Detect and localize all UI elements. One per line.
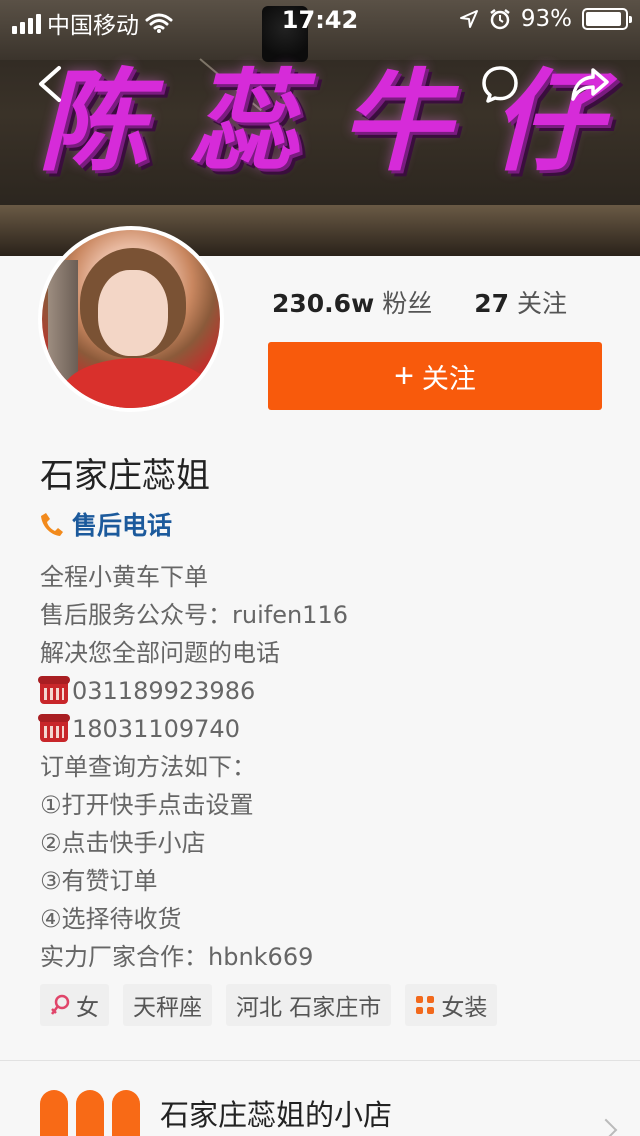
avatar-shirt bbox=[62, 358, 212, 408]
following-label: 关注 bbox=[517, 289, 568, 318]
bio-line: 实力厂家合作：hbnk669 bbox=[40, 938, 600, 976]
bio-line: ④选择待收货 bbox=[40, 900, 600, 938]
bio-line: 售后服务公众号：ruifen116 bbox=[40, 596, 600, 634]
bio-text: 订单查询方法如下： bbox=[40, 753, 256, 781]
share-icon bbox=[571, 68, 609, 101]
telephone-icon bbox=[38, 676, 70, 704]
following-count: 27 bbox=[474, 289, 509, 318]
divider bbox=[0, 1060, 640, 1061]
battery-percent: 93% bbox=[520, 6, 572, 32]
bio-line: ③有赞订单 bbox=[40, 862, 600, 900]
plus-icon: + bbox=[394, 357, 414, 395]
bio-text: 解决您全部问题的电话 bbox=[40, 639, 280, 667]
profile-tags: 女 天秤座 河北 石家庄市 女装 bbox=[40, 984, 498, 1026]
bio-text: 全程小黄车下单 bbox=[40, 563, 208, 591]
follow-button[interactable]: + 关注 bbox=[268, 342, 602, 410]
bio-text: 实力厂家合作：hbnk669 bbox=[40, 943, 314, 971]
tag-label: 河北 石家庄市 bbox=[236, 995, 382, 1021]
following-stat[interactable]: 27 关注 bbox=[474, 284, 567, 320]
telephone-icon bbox=[38, 714, 70, 742]
shop-name: 石家庄蕊姐的小店 bbox=[160, 1098, 393, 1132]
fans-stat[interactable]: 230.6w 粉丝 bbox=[272, 284, 432, 320]
profile-stats: 230.6w 粉丝 27 关注 bbox=[272, 284, 567, 320]
grid-icon bbox=[416, 996, 435, 1014]
aftersale-label: 售后电话 bbox=[72, 511, 173, 540]
bio-text: ③有赞订单 bbox=[40, 867, 158, 895]
shop-icon bbox=[40, 1090, 140, 1136]
tag-location: 河北 石家庄市 bbox=[226, 984, 392, 1026]
shop-entry[interactable]: 石家庄蕊姐的小店 bbox=[40, 1090, 392, 1136]
share-button[interactable] bbox=[566, 60, 614, 108]
chevron-right-icon bbox=[594, 1118, 618, 1136]
bio-line: ②点击快手小店 bbox=[40, 824, 600, 862]
avatar-bg-rack bbox=[48, 260, 78, 380]
tag-zodiac: 天秤座 bbox=[123, 984, 212, 1026]
battery-fill bbox=[586, 12, 622, 26]
tag-label: 女装 bbox=[441, 995, 488, 1021]
chat-bubble-icon bbox=[482, 66, 518, 103]
tag-label: 女 bbox=[76, 995, 99, 1021]
message-button[interactable] bbox=[476, 60, 524, 108]
bio-line: 解决您全部问题的电话 bbox=[40, 634, 600, 672]
sign-char: 牛 bbox=[340, 57, 451, 186]
bio-text: ②点击快手小店 bbox=[40, 829, 206, 857]
shop-sign: 陈 蕊 牛 仔 bbox=[0, 62, 640, 182]
bio-line: ①打开快手点击设置 bbox=[40, 786, 600, 824]
bio-line: 订单查询方法如下： bbox=[40, 748, 600, 786]
fans-label: 粉丝 bbox=[382, 289, 433, 318]
alarm-icon bbox=[490, 9, 510, 30]
profile-bio: 全程小黄车下单 售后服务公众号：ruifen116 解决您全部问题的电话 031… bbox=[38, 558, 600, 976]
profile-name: 石家庄蕊姐 bbox=[40, 456, 210, 496]
battery-icon bbox=[582, 8, 632, 30]
location-icon bbox=[459, 10, 478, 28]
status-right: 93% bbox=[459, 6, 632, 32]
follow-button-label: 关注 bbox=[421, 363, 476, 394]
bio-text: ①打开快手点击设置 bbox=[40, 791, 254, 819]
sign-char: 蕊 bbox=[189, 57, 300, 186]
aftersale-phone-link[interactable]: 售后电话 bbox=[40, 506, 172, 542]
profile-section: 230.6w 粉丝 27 关注 + 关注 石家庄蕊姐 售后电话 全程小黄车下单 售后… bbox=[0, 226, 640, 1136]
status-bar: 中国移动 17:42 93% bbox=[0, 0, 640, 40]
bio-text: ④选择待收货 bbox=[40, 905, 182, 933]
tag-gender: 女 bbox=[40, 984, 109, 1026]
avatar-face bbox=[98, 270, 168, 356]
phone-icon bbox=[41, 513, 63, 536]
bio-text: 售后服务公众号：ruifen116 bbox=[40, 601, 348, 629]
tag-category: 女装 bbox=[405, 984, 498, 1026]
bio-line: 031189923986 bbox=[38, 672, 600, 710]
bio-line: 18031109740 bbox=[38, 710, 600, 748]
tag-label: 天秤座 bbox=[133, 995, 202, 1021]
avatar[interactable] bbox=[38, 226, 224, 412]
bio-text: 18031109740 bbox=[72, 715, 240, 743]
back-button[interactable] bbox=[26, 60, 74, 108]
fans-count: 230.6w bbox=[272, 289, 375, 318]
chevron-left-icon bbox=[39, 66, 61, 102]
bio-line: 全程小黄车下单 bbox=[40, 558, 600, 596]
female-icon bbox=[51, 994, 70, 1015]
bio-text: 031189923986 bbox=[72, 677, 256, 705]
